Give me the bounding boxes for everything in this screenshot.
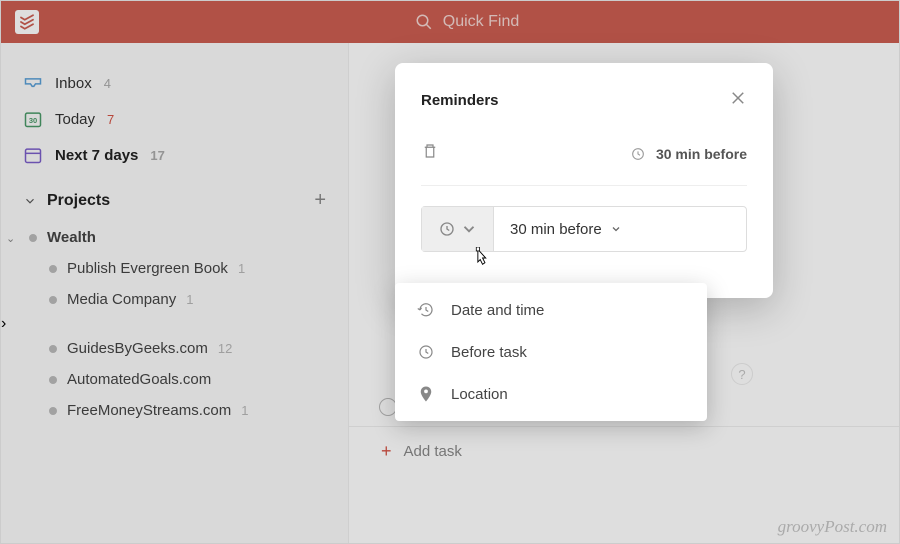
plus-icon: +: [381, 441, 392, 462]
mouse-cursor: [471, 247, 491, 274]
add-task-button[interactable]: + Add task: [349, 427, 899, 462]
add-task-label: Add task: [404, 443, 462, 460]
app-logo: [15, 10, 39, 34]
location-icon: [417, 385, 435, 403]
reminder-picker[interactable]: 30 min before: [421, 206, 747, 252]
trash-icon: [421, 142, 439, 160]
project-count: 1: [238, 261, 245, 276]
inbox-icon: [23, 73, 43, 93]
project-count: 1: [241, 403, 248, 418]
dropdown-date-time[interactable]: Date and time: [395, 289, 707, 331]
project-wealth[interactable]: Wealth: [1, 222, 348, 253]
projects-label: Projects: [47, 192, 110, 210]
project-item[interactable]: GuidesByGeeks.com 12: [1, 333, 348, 364]
nav-today[interactable]: 30 Today 7: [1, 101, 348, 137]
reminder-time-select[interactable]: 30 min before: [494, 221, 746, 238]
search-icon: [415, 13, 433, 31]
project-item[interactable]: AutomatedGoals.com: [1, 364, 348, 395]
project-item[interactable]: FreeMoneyStreams.com 1: [1, 395, 348, 426]
nav-label: Next 7 days: [55, 147, 138, 164]
delete-reminder-button[interactable]: [421, 142, 439, 165]
nav-count: 17: [150, 148, 164, 163]
chevron-right-icon[interactable]: ›: [1, 315, 6, 332]
project-dot-icon: [49, 296, 57, 304]
project-count: 1: [186, 292, 193, 307]
sidebar: Inbox 4 30 Today 7 Next 7 days 17 Projec…: [1, 43, 349, 543]
project-label: FreeMoneyStreams.com: [67, 402, 231, 419]
project-label: GuidesByGeeks.com: [67, 340, 208, 357]
nav-count: 4: [104, 76, 111, 91]
top-bar: Quick Find: [1, 1, 899, 43]
project-dot-icon: [49, 265, 57, 273]
nav-label: Today: [55, 111, 95, 128]
history-icon: [417, 301, 435, 319]
add-project-button[interactable]: +: [314, 189, 326, 212]
projects-header[interactable]: Projects +: [1, 173, 348, 222]
project-label: AutomatedGoals.com: [67, 371, 211, 388]
chevron-down-icon: [610, 223, 622, 235]
project-count: 12: [218, 341, 232, 356]
chevron-down-icon: [23, 194, 37, 208]
close-button[interactable]: [729, 89, 747, 112]
reminder-type-dropdown: Date and time Before task Location: [395, 283, 707, 421]
dropdown-label: Location: [451, 386, 508, 403]
calendar-icon: [23, 145, 43, 165]
nav-inbox[interactable]: Inbox 4: [1, 65, 348, 101]
project-item[interactable]: Media Company 1: [1, 284, 348, 315]
dropdown-label: Date and time: [451, 302, 544, 319]
project-label: Media Company: [67, 291, 176, 308]
project-dot-icon: [49, 407, 57, 415]
help-icon: ?: [738, 367, 745, 382]
project-item[interactable]: Publish Evergreen Book 1: [1, 253, 348, 284]
search-placeholder: Quick Find: [443, 13, 519, 31]
attribution: groovyPost.com: [778, 517, 887, 537]
project-dot-icon: [49, 345, 57, 353]
clock-icon: [417, 343, 435, 361]
clock-icon: [630, 146, 646, 162]
reminder-type-toggle[interactable]: [422, 207, 494, 251]
existing-reminder-row: 30 min before: [421, 136, 747, 186]
reminder-value: 30 min before: [656, 146, 747, 162]
project-dot-icon: [29, 234, 37, 242]
nav-next7[interactable]: Next 7 days 17: [1, 137, 348, 173]
dropdown-before-task[interactable]: Before task: [395, 331, 707, 373]
close-icon: [729, 89, 747, 107]
project-label: Publish Evergreen Book: [67, 260, 228, 277]
dropdown-location[interactable]: Location: [395, 373, 707, 415]
modal-title: Reminders: [421, 92, 499, 109]
reminders-modal: Reminders 30 min before 30 min before ?: [395, 63, 773, 298]
today-icon: 30: [23, 109, 43, 129]
dropdown-label: Before task: [451, 344, 527, 361]
picker-value: 30 min before: [510, 221, 602, 238]
quick-find[interactable]: Quick Find: [49, 13, 885, 31]
clock-icon: [438, 220, 456, 238]
help-button[interactable]: ?: [731, 363, 753, 385]
nav-count: 7: [107, 112, 114, 127]
nav-label: Inbox: [55, 75, 92, 92]
chevron-down-icon: [460, 220, 478, 238]
project-dot-icon: [49, 376, 57, 384]
project-label: Wealth: [47, 229, 96, 246]
chevron-down-icon[interactable]: ⌄: [6, 232, 15, 245]
svg-text:30: 30: [29, 116, 37, 125]
